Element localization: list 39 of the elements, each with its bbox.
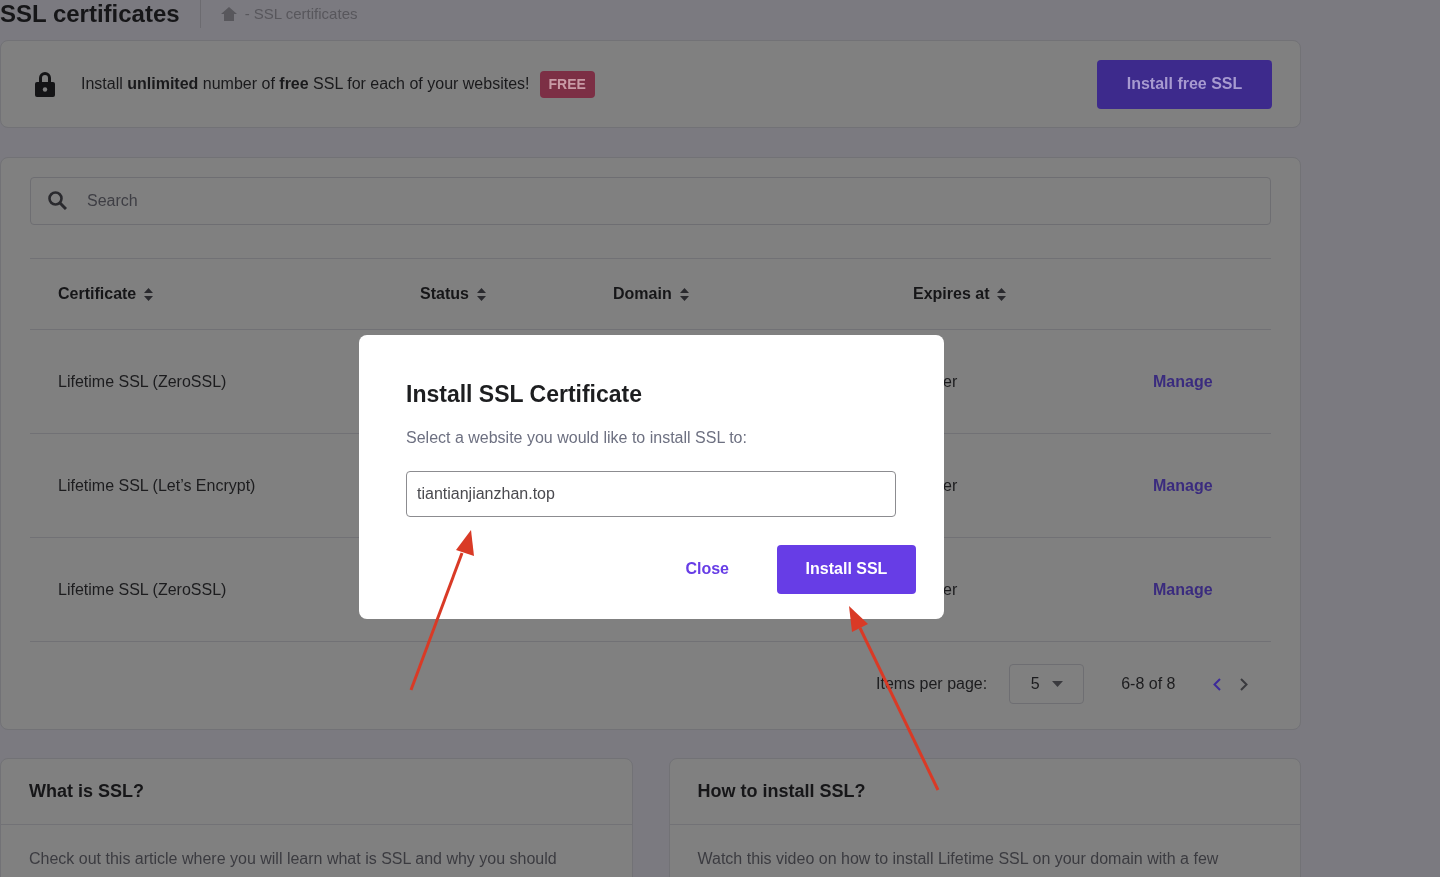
table-cell-text: er bbox=[942, 579, 959, 600]
table-cell: Lifetime SSL (ZeroSSL) bbox=[58, 580, 227, 598]
caret-icon bbox=[1051, 681, 1063, 687]
website-input-field[interactable]: tiantianjianzhan.top bbox=[406, 470, 896, 517]
sort-icon bbox=[679, 287, 689, 301]
table-cell-text: er bbox=[942, 371, 959, 392]
items-per-page-select[interactable]: 5 bbox=[1009, 664, 1085, 704]
card-title: How to install SSL? bbox=[697, 780, 866, 803]
lock-icon bbox=[34, 70, 56, 98]
card-text: Check out this article where you will learn what is SSL and why you should bbox=[28, 849, 558, 869]
next-page-icon[interactable] bbox=[1240, 677, 1249, 691]
column-header[interactable]: Status bbox=[420, 282, 469, 306]
column-header[interactable]: Expires at bbox=[913, 282, 990, 306]
install-free-ssl-button[interactable]: Install free SSL bbox=[1097, 59, 1272, 109]
column-header[interactable]: Domain bbox=[613, 282, 672, 306]
card-text: Watch this video on how to install Lifetime SSL on your domain with a few bbox=[696, 849, 1220, 869]
table-cell: Lifetime SSL (Let’s Encrypt) bbox=[58, 476, 256, 494]
manage-link[interactable]: Manage bbox=[1153, 577, 1213, 602]
dialog-prompt: Select a website you would like to install SSL to: bbox=[406, 427, 748, 448]
install-ssl-button[interactable]: Install SSL bbox=[777, 544, 916, 594]
table-cell: Lifetime SSL (ZeroSSL) bbox=[58, 372, 227, 390]
page-range: 6-8 of 8 bbox=[1121, 674, 1176, 694]
free-badge: FREE bbox=[539, 70, 595, 98]
previous-page-icon[interactable] bbox=[1213, 677, 1222, 691]
search-icon bbox=[48, 191, 67, 210]
column-header[interactable]: Certificate bbox=[58, 282, 137, 306]
table-cell-text: er bbox=[942, 475, 959, 496]
manage-link[interactable]: Manage bbox=[1153, 369, 1213, 394]
search-field[interactable]: Search bbox=[30, 177, 1271, 225]
sort-icon bbox=[997, 287, 1007, 301]
manage-link[interactable]: Manage bbox=[1153, 473, 1213, 498]
sort-icon bbox=[476, 287, 486, 301]
dialog-title: Install SSL Certificate bbox=[406, 380, 644, 409]
card-title: What is SSL? bbox=[29, 780, 144, 803]
sort-icon bbox=[144, 287, 154, 301]
page-title: SSL certificates bbox=[0, 2, 180, 26]
home-icon[interactable] bbox=[220, 7, 237, 21]
promo-text: Install unlimited number of free SSL for each of your websites! bbox=[81, 74, 530, 94]
close-button[interactable]: Close bbox=[685, 557, 729, 581]
